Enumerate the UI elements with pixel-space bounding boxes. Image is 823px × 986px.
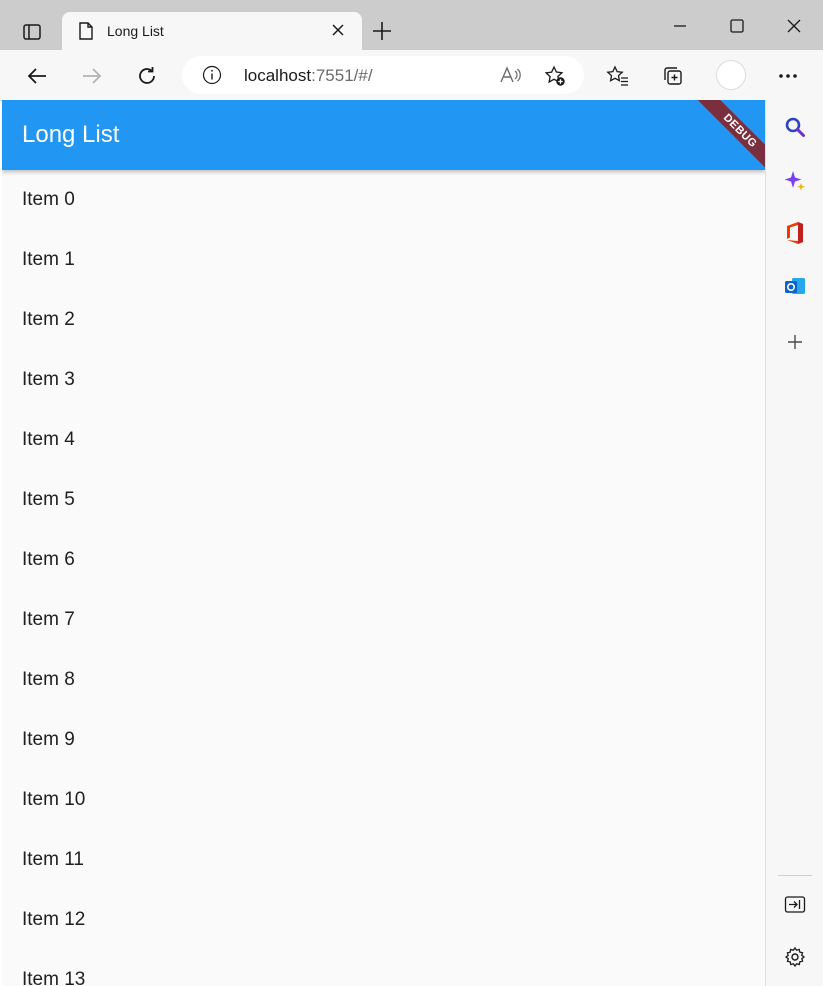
office-icon [787, 222, 803, 244]
list-item[interactable]: Item 8 [2, 650, 765, 710]
list-item-label: Item 13 [22, 969, 86, 986]
maximize-icon[interactable] [727, 16, 747, 36]
list-item[interactable]: Item 10 [2, 770, 765, 830]
close-tab-icon[interactable] [330, 22, 346, 38]
url-host: localhost [244, 66, 312, 85]
app-bar: Long List [2, 100, 765, 170]
add-sidebar-app-button[interactable] [783, 330, 807, 354]
search-icon [785, 117, 805, 137]
site-info-icon[interactable] [202, 65, 222, 85]
list-item-label: Item 9 [22, 729, 75, 750]
list-item-label: Item 3 [22, 369, 75, 390]
search-sidebar-button[interactable] [783, 115, 807, 139]
list-item-label: Item 2 [22, 309, 75, 330]
list-item[interactable]: Item 12 [2, 890, 765, 950]
outlook-sidebar-button[interactable] [783, 274, 807, 298]
minimize-icon[interactable] [670, 16, 690, 36]
list-item-label: Item 1 [22, 249, 75, 270]
list-item[interactable]: Item 11 [2, 830, 765, 890]
list-item[interactable]: Item 7 [2, 590, 765, 650]
hide-sidebar-button[interactable] [783, 893, 807, 917]
page-icon [79, 22, 93, 40]
list-item[interactable]: Item 3 [2, 350, 765, 410]
browser-toolbar: localhost:7551/#/ [0, 50, 823, 101]
new-tab-icon[interactable] [370, 19, 394, 43]
list-item[interactable]: Item 2 [2, 290, 765, 350]
list-item-label: Item 12 [22, 909, 86, 930]
forward-button[interactable] [80, 64, 104, 88]
favorites-icon [606, 65, 628, 86]
collections-button[interactable] [661, 64, 685, 88]
copilot-sidebar-button[interactable] [783, 169, 807, 193]
tab-actions-button[interactable] [14, 18, 50, 46]
list-item[interactable]: Item 5 [2, 470, 765, 530]
item-list[interactable]: Item 0 Item 1 Item 2 Item 3 Item 4 Item 5 Item… [2, 170, 765, 986]
read-aloud-icon[interactable] [499, 65, 521, 85]
refresh-button[interactable] [135, 64, 159, 88]
office-sidebar-button[interactable] [783, 221, 807, 245]
collections-icon [664, 67, 682, 85]
tab-title: Long List [107, 23, 164, 39]
edge-sidebar [765, 100, 823, 986]
url-text[interactable]: localhost:7551/#/ [244, 66, 373, 86]
tab-strip: Long List [0, 0, 823, 50]
profile-avatar[interactable] [716, 60, 746, 90]
list-item-label: Item 4 [22, 429, 75, 450]
forward-arrow-icon [83, 68, 102, 84]
list-item[interactable]: Item 13 [2, 950, 765, 986]
more-options-icon [779, 74, 797, 78]
list-item[interactable]: Item 9 [2, 710, 765, 770]
list-item-label: Item 5 [22, 489, 75, 510]
browser-tab[interactable]: Long List [62, 12, 362, 50]
settings-and-more-button[interactable] [776, 64, 800, 88]
sidebar-divider [778, 875, 812, 876]
close-window-icon[interactable] [784, 16, 804, 36]
list-item[interactable]: Item 6 [2, 530, 765, 590]
copilot-icon [784, 171, 805, 191]
outlook-icon [785, 278, 805, 294]
list-item-label: Item 7 [22, 609, 75, 630]
url-path: :7551/#/ [311, 66, 373, 85]
app-viewport: Long List DEBUG Item 0 Item 1 Item 2 Item 3… [2, 100, 765, 986]
tab-actions-icon [23, 24, 41, 40]
back-arrow-icon [27, 68, 46, 84]
refresh-icon [139, 67, 155, 84]
list-item-label: Item 0 [22, 189, 75, 210]
address-bar[interactable]: localhost:7551/#/ [182, 56, 584, 94]
list-item-label: Item 11 [22, 849, 84, 870]
add-favorite-icon[interactable] [543, 64, 567, 88]
back-button[interactable] [25, 64, 49, 88]
list-item[interactable]: Item 4 [2, 410, 765, 470]
hide-sidebar-icon [784, 896, 806, 913]
list-item-label: Item 8 [22, 669, 75, 690]
favorites-button[interactable] [606, 64, 630, 88]
settings-icon [784, 946, 806, 968]
list-item[interactable]: Item 1 [2, 230, 765, 290]
list-item-label: Item 10 [22, 789, 86, 810]
list-item[interactable]: Item 0 [2, 170, 765, 230]
app-title: Long List [22, 121, 120, 148]
add-icon [788, 335, 802, 349]
list-item-label: Item 6 [22, 549, 75, 570]
sidebar-settings-button[interactable] [783, 945, 807, 969]
